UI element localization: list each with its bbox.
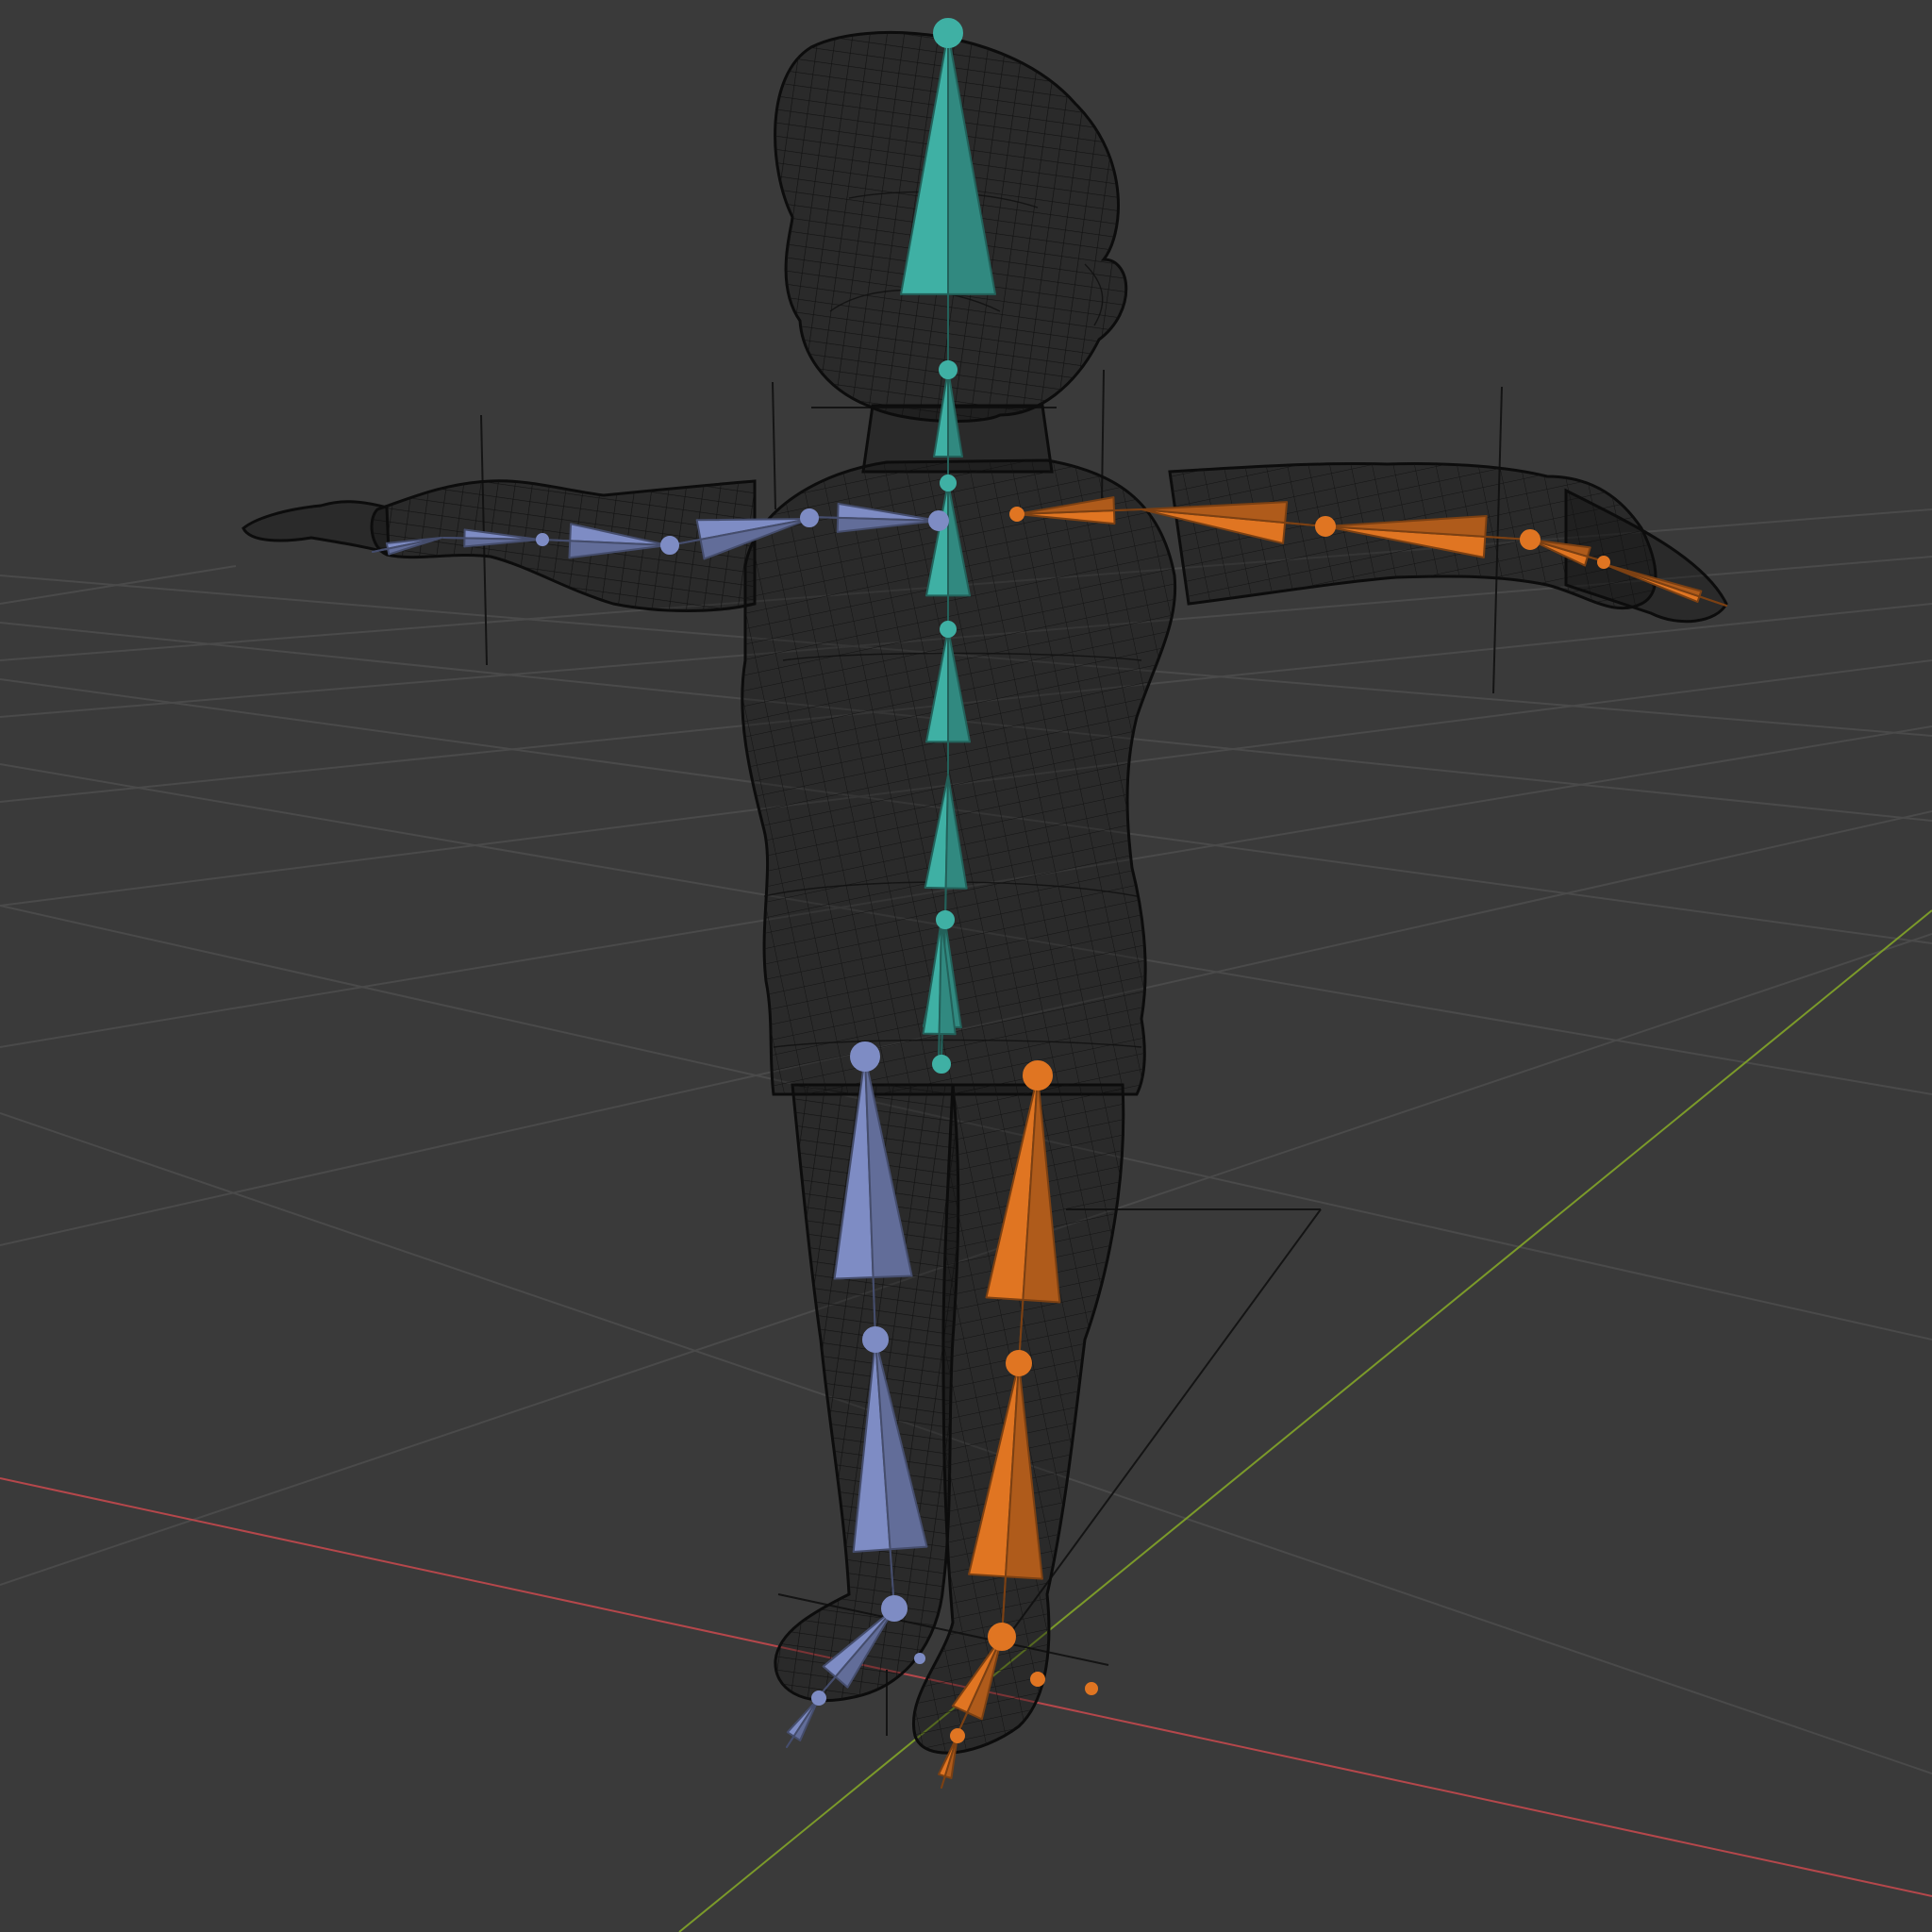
bone-joint[interactable] <box>660 536 679 555</box>
bone-joint[interactable] <box>1009 507 1024 522</box>
bone-joint[interactable] <box>536 533 549 546</box>
bone-joint[interactable] <box>933 18 963 48</box>
bone-joint[interactable] <box>950 1728 965 1743</box>
bone-joint[interactable] <box>1597 556 1610 569</box>
mesh-hand-right <box>1564 488 1728 624</box>
bone-joint[interactable] <box>940 475 957 491</box>
bone-joint[interactable] <box>1085 1682 1098 1695</box>
bone-joint[interactable] <box>1030 1672 1045 1687</box>
bone-joint[interactable] <box>1520 529 1541 550</box>
bone-joint[interactable] <box>811 1690 826 1706</box>
bone-joint[interactable] <box>1006 1350 1032 1376</box>
bone-joint[interactable] <box>1023 1060 1053 1091</box>
bone-joint[interactable] <box>914 1653 925 1664</box>
bone-joint[interactable] <box>881 1595 908 1622</box>
bone-joint[interactable] <box>932 1055 951 1074</box>
bone-joint[interactable] <box>936 910 955 929</box>
bone-toe-l[interactable] <box>786 1697 820 1748</box>
mesh-hand-left <box>242 500 391 555</box>
bone-joint[interactable] <box>928 510 949 531</box>
bone-joint[interactable] <box>940 621 957 638</box>
bone-joint[interactable] <box>939 360 958 379</box>
bone-joint[interactable] <box>800 508 819 527</box>
bone-toe-l-facet-b[interactable] <box>786 1697 820 1748</box>
bone-joint[interactable] <box>1315 516 1336 537</box>
viewport-canvas[interactable] <box>0 0 1932 1932</box>
3d-viewport[interactable] <box>0 0 1932 1932</box>
bone-joint[interactable] <box>988 1623 1016 1651</box>
bone-joint[interactable] <box>850 1041 880 1072</box>
bone-joint[interactable] <box>862 1326 889 1353</box>
